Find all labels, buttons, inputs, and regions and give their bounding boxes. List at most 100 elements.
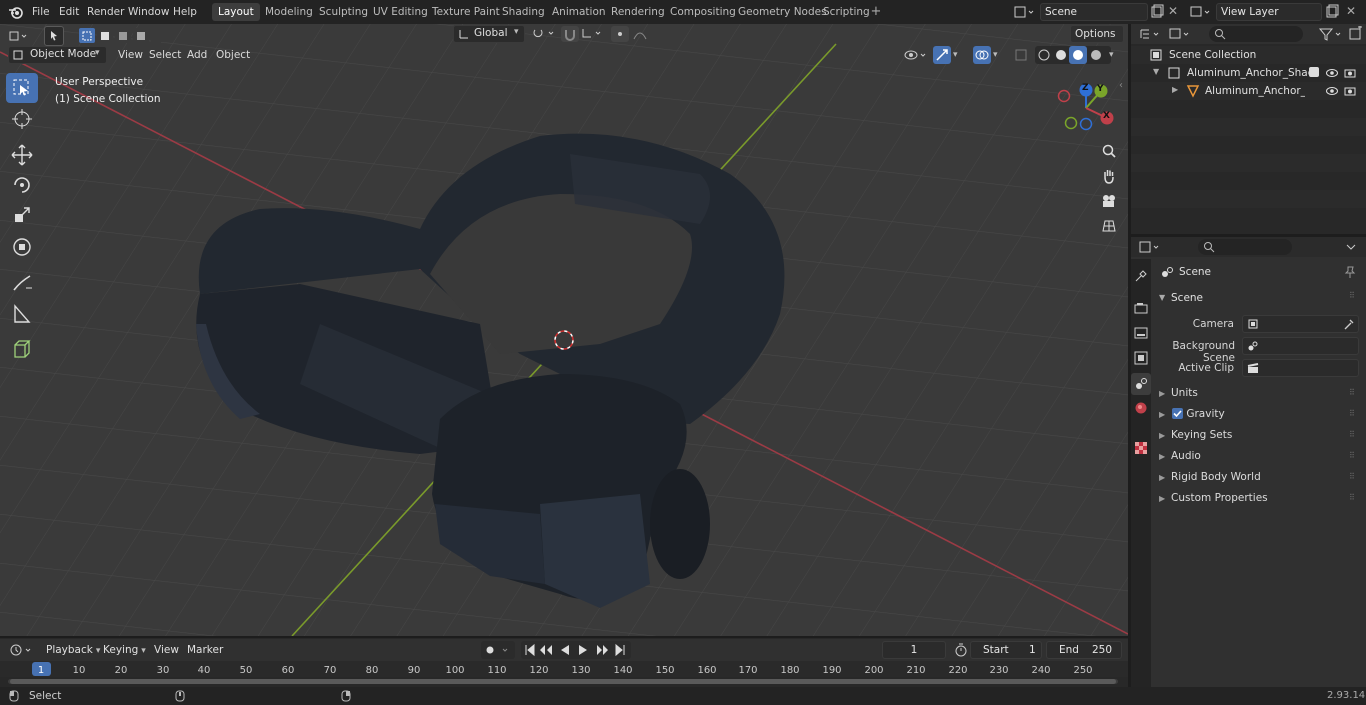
close-view-layer-icon[interactable]: ✕ [1346,4,1356,18]
end-frame-field[interactable]: End 250 [1046,641,1122,659]
gravity-checkbox[interactable] [1172,407,1184,419]
sidebar-toggle-icon[interactable]: ‹ [1119,80,1123,91]
close-scene-icon[interactable]: ✕ [1168,4,1178,18]
viewport-menu-select[interactable]: Select [145,47,185,65]
timeline-editor-icon[interactable] [8,642,36,658]
annotate-tool[interactable] [6,268,38,298]
menu-window[interactable]: Window [124,4,173,20]
eyedropper-icon[interactable] [1343,317,1355,331]
scene-selector-icon[interactable] [1013,4,1037,20]
view-layer-icon[interactable] [1189,4,1213,20]
timeline-menu-playback[interactable]: Playback ▾ [42,642,104,658]
chevron-down-icon[interactable]: ▾ [953,50,958,60]
timeline-menu-keying[interactable]: Keying ▾ [99,642,150,658]
units-panel[interactable]: ▶ Units ⠿ [1155,383,1363,403]
viewport-menu-add[interactable]: Add [183,47,211,65]
rotate-tool[interactable] [6,170,38,200]
new-collection-icon[interactable] [1348,26,1364,42]
scene-tab-icon[interactable] [1131,373,1151,395]
tab-uv-editing[interactable]: UV Editing [367,3,434,21]
timeline-menu-marker[interactable]: Marker [183,642,227,658]
outliner-search-input[interactable] [1209,26,1303,42]
world-tab-icon[interactable] [1133,400,1149,416]
menu-edit[interactable]: Edit [55,4,83,20]
visibility-eye-icon[interactable] [1325,84,1339,98]
keying-sets-panel[interactable]: ▶ Keying Sets ⠿ [1155,425,1363,445]
tab-texture-paint[interactable]: Texture Paint [426,3,506,21]
tab-scripting[interactable]: Scripting [817,3,876,21]
shading-mode-buttons[interactable] [1035,46,1111,64]
auto-keying-button[interactable] [481,641,515,659]
outliner-row-collection[interactable]: ▼ Aluminum_Anchor_Shackle_0 [1131,64,1366,82]
scene-section-header[interactable]: ▼ Scene ⠿ [1155,289,1363,309]
tab-modeling[interactable]: Modeling [259,3,319,21]
drag-handle-icon[interactable]: ⠿ [1349,291,1355,300]
timeline-scroll-thumb[interactable] [10,679,1116,684]
drag-handle-icon[interactable]: ⠿ [1349,425,1355,445]
background-scene-field[interactable] [1242,337,1359,355]
zoom-icon[interactable] [1098,140,1120,162]
scale-tool[interactable] [6,201,38,231]
transform-tool[interactable] [6,232,38,262]
timeline-menu-view[interactable]: View [150,642,183,658]
display-mode-icon[interactable] [1168,26,1194,42]
viewport-menu-view[interactable]: View [114,47,147,65]
outliner-row-object[interactable]: ▶ Aluminum_Anchor_Shack [1131,82,1366,100]
tab-compositing[interactable]: Compositing [664,3,742,21]
start-frame-field[interactable]: Start 1 [970,641,1042,659]
tab-shading[interactable]: Shading [496,3,551,21]
drag-handle-icon[interactable]: ⠿ [1349,446,1355,466]
cursor-tool[interactable] [6,104,38,134]
menu-help[interactable]: Help [169,4,201,20]
tab-layout[interactable]: Layout [212,3,260,21]
falloff-icon[interactable] [632,27,656,41]
snap-toggle-icon[interactable] [561,26,579,42]
texture-tab-icon[interactable] [1133,440,1149,456]
chevron-down-icon[interactable]: ▾ [993,50,998,60]
view-layer-field[interactable]: View Layer [1216,3,1322,21]
pan-hand-icon[interactable] [1098,165,1120,187]
visibility-eye-icon[interactable] [1325,66,1339,80]
pin-icon[interactable] [1343,265,1357,279]
custom-properties-panel[interactable]: ▶ Custom Properties ⠿ [1155,488,1363,508]
current-frame-field[interactable]: 1 [882,641,946,659]
menu-render[interactable]: Render [83,4,128,20]
timeline-scrollbar[interactable] [8,679,1118,684]
chevron-down-icon[interactable]: ▾ [1109,50,1114,60]
tab-sculpting[interactable]: Sculpting [313,3,374,21]
move-tool[interactable] [6,140,38,170]
snap-target-icon[interactable] [581,27,607,41]
new-scene-icon[interactable] [1150,4,1164,20]
visibility-filter-icon[interactable] [903,47,931,63]
render-camera-icon[interactable] [1343,66,1357,80]
tab-animation[interactable]: Animation [546,3,612,21]
audio-panel[interactable]: ▶ Audio ⠿ [1155,446,1363,466]
perspective-toggle-icon[interactable] [1098,215,1120,237]
navigation-gizmo[interactable]: Z Y X [1054,82,1116,134]
menu-file[interactable]: File [28,4,54,20]
measure-tool[interactable] [6,299,38,329]
add-workspace-button[interactable]: + [869,5,883,19]
properties-search-input[interactable] [1198,239,1292,255]
drag-handle-icon[interactable]: ⠿ [1349,467,1355,487]
new-view-layer-icon[interactable] [1325,4,1339,20]
xray-toggle-icon[interactable] [1013,47,1029,63]
render-tab-icon[interactable] [1133,300,1149,316]
expand-arrow-icon[interactable]: ▶ [1172,85,1178,94]
filter-icon[interactable] [1318,26,1346,42]
overlays-toggle-icon[interactable] [973,46,991,64]
output-tab-icon[interactable] [1133,325,1149,341]
outliner-editor-icon[interactable] [1138,26,1164,42]
camera-view-icon[interactable] [1098,190,1120,212]
options-dropdown[interactable]: Options ▾ [1070,25,1124,56]
drag-handle-icon[interactable]: ⠿ [1349,404,1355,424]
object-mode-dropdown[interactable]: Object Mode ▾ [8,46,107,64]
drag-handle-icon[interactable]: ⠿ [1349,488,1355,508]
view-layer-tab-icon[interactable] [1133,350,1149,366]
tab-rendering[interactable]: Rendering [605,3,671,21]
select-box-tool[interactable] [6,73,38,103]
editor-type-icon[interactable] [8,28,32,44]
transform-orientation-dropdown[interactable]: Global ▾ [453,25,525,43]
exclude-checkbox[interactable] [1309,67,1319,77]
gizmo-toggle-icon[interactable] [933,46,951,64]
